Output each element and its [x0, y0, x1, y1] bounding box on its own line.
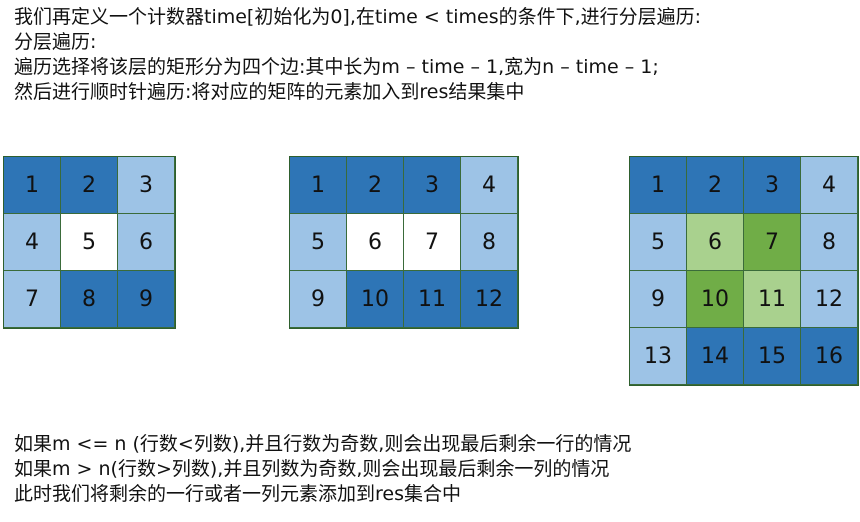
matrix-cell: 4	[801, 157, 858, 214]
matrix-cell: 7	[4, 271, 61, 328]
matrix-cell: 5	[290, 214, 347, 271]
intro-line-4: 然后进行顺时针遍历:将对应的矩阵的元素加入到res结果集中	[14, 81, 525, 103]
matrix-cell: 9	[630, 271, 687, 328]
matrix-cell: 7	[744, 214, 801, 271]
matrix-cell: 8	[61, 271, 118, 328]
matrix-cell: 14	[687, 328, 744, 385]
matrix-cell: 12	[461, 271, 518, 328]
matrix-cell: 8	[461, 214, 518, 271]
matrix-cell: 7	[404, 214, 461, 271]
matrix-cell: 1	[290, 157, 347, 214]
intro-line-3: 遍历选择将该层的矩形分为四个边:其中长为m – time – 1,宽为n – t…	[14, 56, 659, 78]
matrix-cell: 9	[118, 271, 175, 328]
matrix-cell: 12	[801, 271, 858, 328]
intro-line-2: 分层遍历:	[14, 31, 97, 53]
matrix-cell: 3	[118, 157, 175, 214]
matrix-cell: 3	[744, 157, 801, 214]
matrix-cell: 1	[4, 157, 61, 214]
matrix-3x3: 123456789	[3, 156, 176, 329]
matrix-cell: 9	[290, 271, 347, 328]
matrix-cell: 10	[687, 271, 744, 328]
matrix-cell: 3	[404, 157, 461, 214]
matrix-cell: 15	[744, 328, 801, 385]
matrix-cell: 6	[687, 214, 744, 271]
matrix-cell: 2	[347, 157, 404, 214]
matrix-cell: 2	[61, 157, 118, 214]
matrix-cell: 11	[744, 271, 801, 328]
matrix-3x4: 1 2 3 4 5 6 7 8 9 10 11 12	[289, 156, 519, 329]
matrix-cell: 4	[461, 157, 518, 214]
note-line-1: 如果m <= n (行数<列数),并且行数为奇数,则会出现最后剩余一行的情况	[14, 433, 632, 455]
matrix-cell: 1	[630, 157, 687, 214]
matrix-cell: 6	[347, 214, 404, 271]
matrix-cell: 6	[118, 214, 175, 271]
matrix-cell: 5	[61, 214, 118, 271]
intro-text: 我们再定义一个计数器time[初始化为0],在time < times的条件下,…	[14, 5, 701, 105]
matrix-cell: 4	[4, 214, 61, 271]
matrix-cell: 5	[630, 214, 687, 271]
matrix-cell: 8	[801, 214, 858, 271]
matrix-cell: 13	[630, 328, 687, 385]
matrix-cell: 2	[687, 157, 744, 214]
intro-line-1: 我们再定义一个计数器time[初始化为0],在time < times的条件下,…	[14, 6, 702, 28]
matrix-cell: 10	[347, 271, 404, 328]
notes-text: 如果m <= n (行数<列数),并且行数为奇数,则会出现最后剩余一行的情况 如…	[14, 432, 631, 507]
note-line-3: 此时我们将剩余的一行或者一列元素添加到res集合中	[14, 483, 461, 505]
note-line-2: 如果m > n(行数>列数),并且列数为奇数,则会出现最后剩余一列的情况	[14, 458, 610, 480]
matrix-4x4: 1 2 3 4 5 6 7 8 9 10 11 12 13 14 15 16	[629, 156, 859, 386]
matrix-cell: 11	[404, 271, 461, 328]
matrix-cell: 16	[801, 328, 858, 385]
